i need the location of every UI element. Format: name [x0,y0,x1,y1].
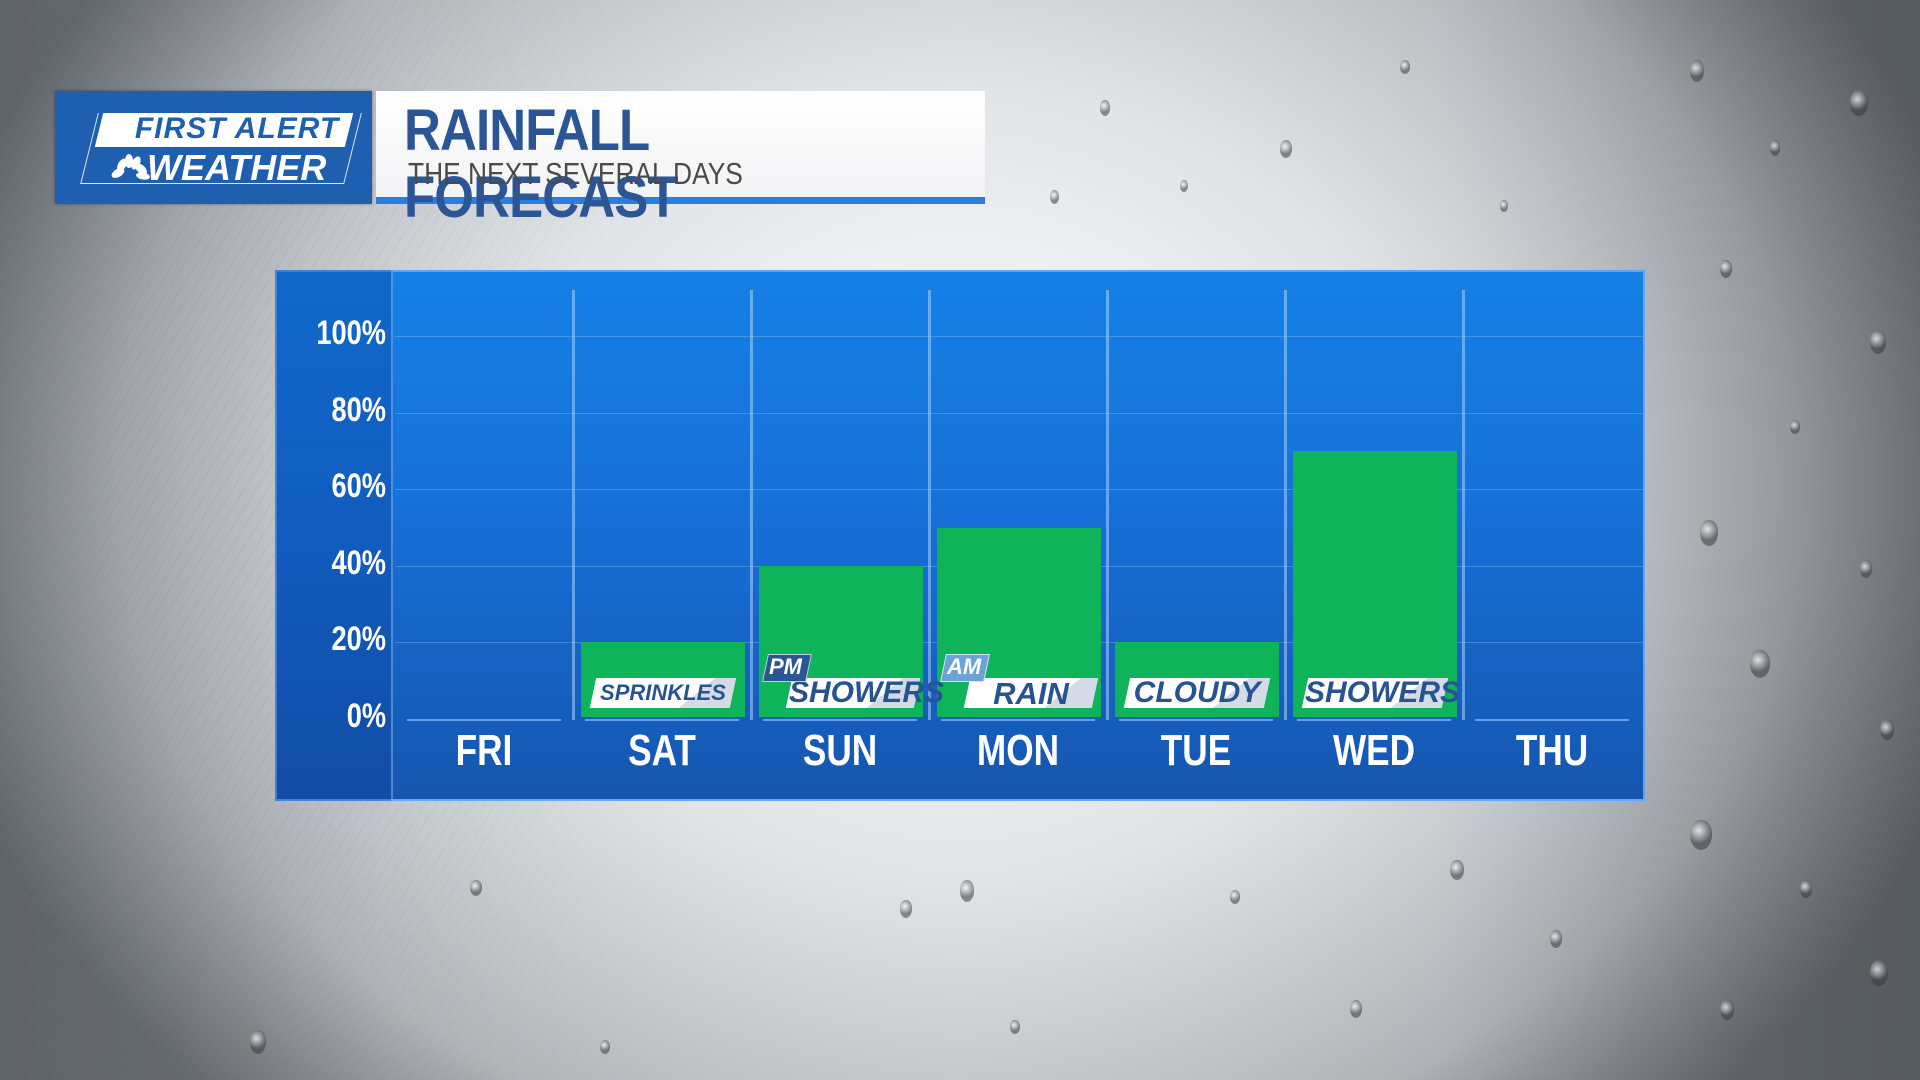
raindrop [1230,890,1240,904]
baseline-segment [1475,719,1629,721]
column-divider [1106,290,1109,720]
raindrop [1870,330,1886,354]
raindrop [1860,560,1872,578]
day-label-thu: THU [1515,726,1589,775]
am-label: AM [947,654,982,679]
y-tick-label: 20% [331,620,386,659]
baseline-segment [1297,719,1451,721]
raindrop [1700,520,1718,546]
page-subtitle: THE NEXT SEVERAL DAYS [408,156,743,191]
day-label-fri: FRI [455,726,513,775]
column-divider [1284,290,1287,720]
raindrop [1690,820,1712,850]
baseline-segment [407,719,561,721]
raindrop [1750,650,1770,678]
raindrop [1550,930,1562,948]
raindrop [1350,1000,1362,1018]
raindrop [900,900,912,918]
condition-label: SPRINKLES [600,680,726,705]
raindrop [470,880,482,896]
condition-label: CLOUDY [1133,676,1261,709]
day-label-tue: TUE [1160,726,1232,775]
peacock-icon [111,154,150,180]
title-box: RAINFALL FORECAST THE NEXT SEVERAL DAYS [376,91,985,230]
y-tick-label: 40% [331,543,386,582]
logo-line2: WEATHER [147,147,327,188]
raindrop [1720,260,1732,278]
baseline-segment [585,719,739,721]
column-divider [750,290,753,720]
gridline [395,412,1643,414]
logo-line1: FIRST ALERT [134,112,340,145]
gridline [395,336,1643,337]
pm-label: PM [769,654,802,679]
column-divider [928,290,931,720]
raindrop [1050,190,1059,204]
raindrop [1790,420,1800,434]
raindrop [1720,1000,1734,1020]
day-label-sat: SAT [628,726,696,775]
baseline-segment [941,719,1095,721]
first-alert-weather-logo: FIRST ALERT WEATHER [55,91,372,204]
day-label-sun: SUN [802,726,878,775]
condition-label: SHOWERS [1305,676,1461,709]
raindrop [1870,960,1888,986]
raindrop [1100,100,1110,116]
y-tick-label: 80% [331,390,386,429]
y-tick-label: 0% [346,697,386,735]
condition-label: RAIN [993,675,1069,711]
raindrop [1450,860,1464,880]
condition-label: SHOWERS [789,676,945,709]
raindrop [1880,720,1894,740]
raindrop [1280,140,1292,158]
raindrop [600,1040,610,1054]
raindrop [1400,60,1410,74]
day-label-wed: WED [1332,726,1416,775]
raindrop [1690,60,1704,82]
y-tick-label: 100% [316,314,386,352]
raindrop [1010,1020,1020,1034]
raindrop [960,880,974,902]
baseline-segment [763,719,917,721]
raindrop [1180,180,1188,192]
column-divider [1462,290,1465,720]
raindrop [250,1030,266,1054]
day-label-mon: MON [976,726,1060,775]
raindrop [1500,200,1508,212]
y-tick-label: 60% [331,467,386,506]
raindrop [1770,140,1780,156]
column-divider [572,290,575,720]
baseline-segment [1119,719,1273,721]
raindrop [1850,90,1868,116]
raindrop [1800,880,1812,898]
